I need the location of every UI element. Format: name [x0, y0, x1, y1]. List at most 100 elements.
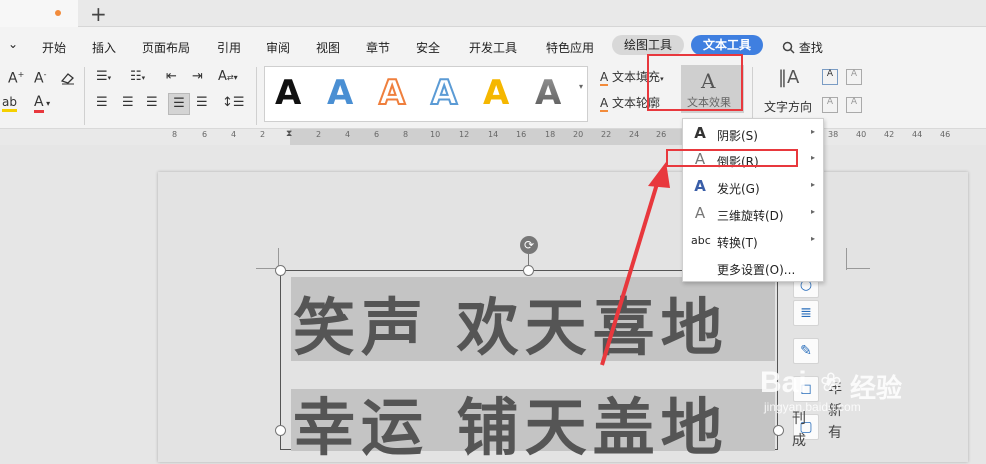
menu-item-view[interactable]: 视图	[316, 39, 340, 56]
ruler-number: 16	[516, 130, 527, 139]
glow-icon: A	[694, 177, 706, 195]
menu-item-glow[interactable]: A 发光(G) ▸	[683, 174, 823, 200]
text-box-align-icon[interactable]: A	[822, 69, 838, 85]
submenu-arrow-icon: ▸	[811, 153, 816, 162]
ruler-number: 18	[545, 130, 556, 139]
ruler-number: 46	[940, 130, 951, 139]
wordart-style-black[interactable]: A	[275, 71, 301, 115]
ruler-number: 6	[374, 130, 380, 139]
transform-icon: abc	[691, 234, 711, 247]
wordart-style-gray[interactable]: A	[535, 71, 561, 115]
decrease-indent-icon[interactable]: ⇤	[166, 70, 177, 83]
justify-icon[interactable]: ☰	[168, 93, 190, 115]
text-effect-highlight-box	[647, 54, 743, 111]
search-icon	[782, 41, 795, 54]
text-fill-icon: A	[600, 70, 609, 86]
ruler-number: 2	[316, 130, 322, 139]
wordart-style-gallery: A A A A A A	[264, 66, 588, 122]
ribbon-separator	[256, 67, 257, 125]
menu-item-insert[interactable]: 插入	[92, 39, 116, 56]
ruler-number: 6	[202, 130, 208, 139]
annotation-arrow-icon	[600, 162, 670, 366]
horizontal-ruler: ⧗ 8 6 4 2 2 4 6 8 10 12 14 16 18 20 22 2…	[0, 129, 986, 145]
menu-item-references[interactable]: 引用	[217, 39, 241, 56]
menu-item-review[interactable]: 审阅	[266, 39, 290, 56]
increase-font-size-icon[interactable]: A+	[8, 71, 24, 86]
ruler-indent-marker-icon[interactable]: ⧗	[286, 129, 292, 139]
tab-text-tools[interactable]: 文本工具	[691, 35, 764, 55]
menu-item-more-settings[interactable]: 更多设置(O)...	[683, 255, 823, 281]
menu-item-transform[interactable]: abc 转换(T) ▸	[683, 228, 823, 254]
margin-corner-mark	[846, 268, 870, 269]
menu-item-3d-rotation-label: 三维旋转(D)	[717, 209, 784, 223]
ruler-number: 40	[856, 130, 867, 139]
wordart-style-blue-outline[interactable]: A	[430, 71, 458, 115]
ruler-number: 8	[172, 130, 178, 139]
font-color-icon[interactable]: A ▾	[34, 94, 50, 113]
menu-item-chapter[interactable]: 章节	[366, 39, 390, 56]
margin-corner-mark	[846, 248, 847, 270]
align-right-icon[interactable]: ☰	[146, 96, 158, 109]
text-direction-button[interactable]: ‖A 文字方向	[764, 69, 816, 119]
text-box[interactable]: 笑声 欢天喜地 幸运 铺天盖地	[280, 270, 778, 463]
text-box-align-icon-2[interactable]: A	[846, 69, 862, 85]
ruler-number: 14	[488, 130, 499, 139]
menu-item-page-layout[interactable]: 页面布局	[142, 39, 190, 56]
menu-item-special-apps[interactable]: 特色应用	[546, 39, 594, 56]
distributed-align-icon[interactable]: ☰	[196, 96, 208, 109]
side-text-char: 有	[828, 425, 842, 441]
wordart-style-orange-outline[interactable]: A	[378, 71, 406, 115]
text-direction-icon: ‖A	[778, 67, 800, 88]
new-tab-button[interactable]: +	[90, 2, 107, 26]
menu-item-home[interactable]: 开始	[42, 39, 66, 56]
ruler-number: 38	[828, 130, 839, 139]
text-box-align-icon-4[interactable]: A	[846, 97, 862, 113]
resize-handle[interactable]	[523, 265, 534, 276]
bullet-list-icon[interactable]: ☰▾	[96, 70, 111, 83]
menu-item-3d-rotation[interactable]: A 三维旋转(D) ▸	[683, 201, 823, 227]
gallery-expand-icon[interactable]: ▾	[579, 83, 583, 91]
increase-indent-icon[interactable]: ⇥	[192, 70, 203, 83]
wordart-line-2[interactable]: 幸运 铺天盖地	[293, 393, 729, 463]
align-left-icon[interactable]: ☰	[96, 96, 108, 109]
menu-item-developer[interactable]: 开发工具	[469, 39, 517, 56]
submenu-arrow-icon: ▸	[811, 207, 816, 216]
highlight-icon[interactable]: ab	[2, 95, 17, 112]
text-direction-small-icon[interactable]: A⇄▾	[218, 70, 238, 83]
resize-handle[interactable]	[773, 425, 784, 436]
pen-icon: ✎	[800, 343, 812, 359]
menu-item-transform-label: 转换(T)	[717, 236, 758, 250]
wordart-style-gold[interactable]: A	[483, 71, 509, 115]
menu-item-shadow[interactable]: A 阴影(S) ▸	[683, 121, 823, 147]
clear-format-icon[interactable]	[60, 71, 76, 88]
shape-outline-button[interactable]: ✎	[793, 338, 819, 364]
tab-drawing-tools[interactable]: 绘图工具	[612, 35, 685, 55]
menu-item-shadow-label: 阴影(S)	[717, 129, 758, 143]
rotate-handle-icon[interactable]: ⟳	[520, 236, 538, 254]
reflection-highlight-box	[666, 149, 798, 167]
watermark-brand: Bai	[760, 366, 807, 399]
text-box-align-icon-3[interactable]: A	[822, 97, 838, 113]
3d-rotation-icon: A	[694, 204, 706, 222]
resize-handle[interactable]	[275, 265, 286, 276]
menu-collapse-chevron-icon[interactable]: ⌄	[8, 37, 18, 51]
line-spacing-icon[interactable]: ↕☰	[222, 96, 245, 109]
paw-icon: ❀	[820, 368, 842, 398]
shadow-icon: A	[694, 124, 706, 142]
wordart-style-blue[interactable]: A	[327, 71, 353, 115]
numbered-list-icon[interactable]: ☷▾	[130, 70, 145, 83]
document-tab-bar: +	[0, 0, 986, 27]
baidu-jingyan-watermark: Bai ❀ 经验 jingyan.baidu.com	[760, 366, 980, 416]
decrease-font-size-icon[interactable]: A-	[34, 71, 46, 86]
ruler-number: 42	[884, 130, 895, 139]
resize-handle[interactable]	[275, 425, 286, 436]
shape-fill-button[interactable]: ≣	[793, 300, 819, 326]
ruler-number: 12	[459, 130, 470, 139]
ribbon-toolbar: A+ A- ab A ▾ ☰▾ ☷▾ ⇤ ⇥ A⇄▾ ☰ ☰ ☰ ☰ ☰ ↕☰ …	[0, 63, 986, 129]
menu-item-security[interactable]: 安全	[416, 39, 440, 56]
search-button[interactable]: 查找	[782, 39, 823, 56]
align-center-icon[interactable]: ☰	[122, 96, 134, 109]
submenu-arrow-icon: ▸	[811, 127, 816, 136]
document-tab[interactable]	[0, 0, 78, 27]
ruler-number: 2	[260, 130, 266, 139]
